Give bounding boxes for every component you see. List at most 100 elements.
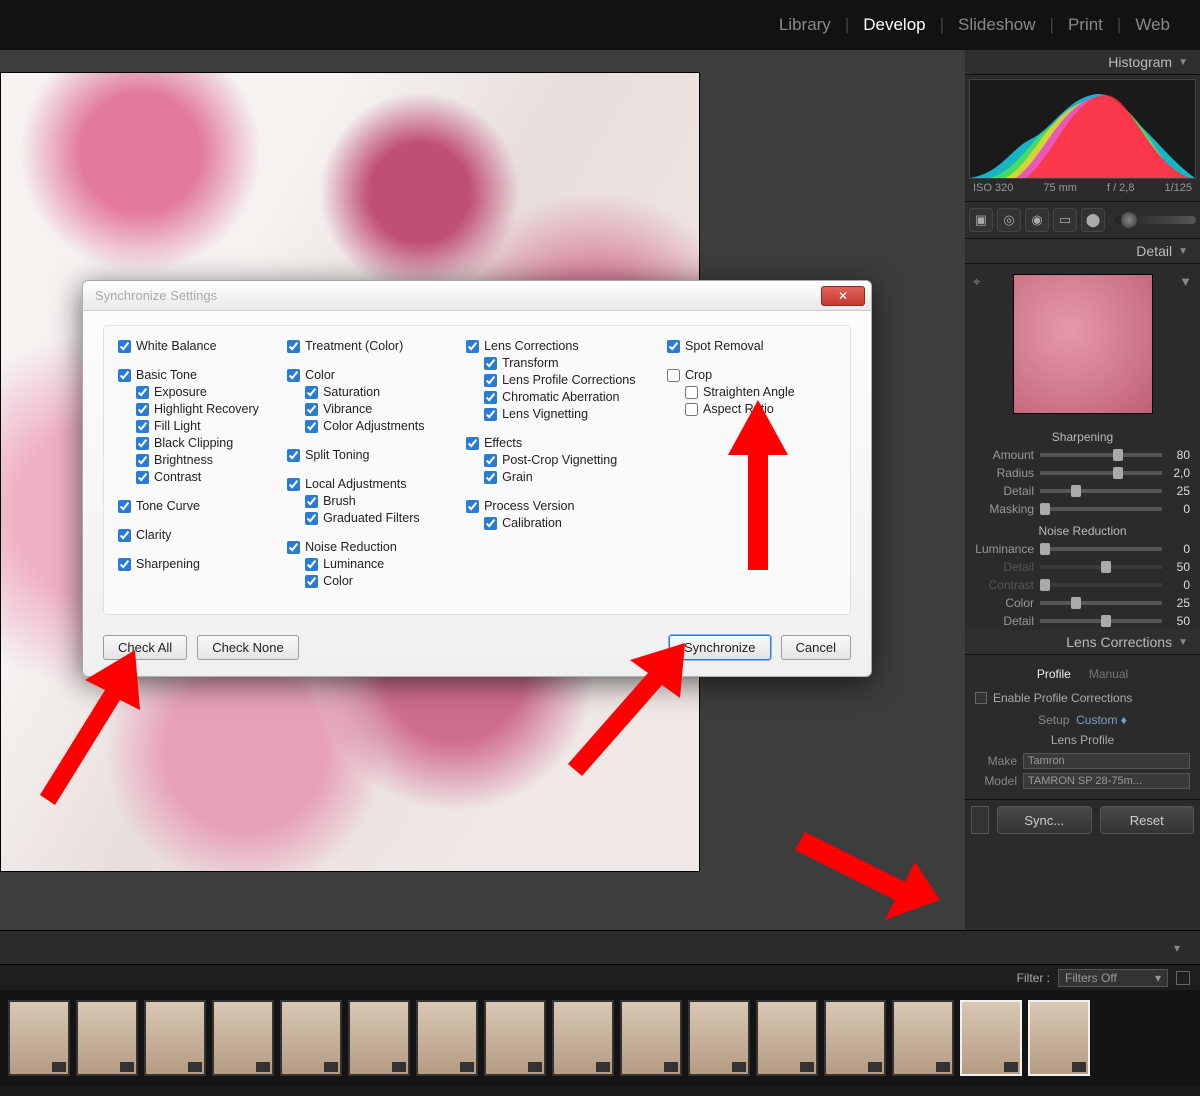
thumbnail[interactable] [960,1000,1022,1076]
lens-corrections-checkbox[interactable] [466,340,479,353]
slider-masking[interactable]: Masking 0 [965,500,1200,518]
bt-exposure-checkbox[interactable] [136,386,149,399]
fx-post-crop-vignetting-checkbox[interactable] [484,454,497,467]
bt-exposure[interactable]: Exposure [118,384,275,401]
thumbnail[interactable] [892,1000,954,1076]
clarity-checkbox[interactable] [118,529,131,542]
basic-tone[interactable]: Basic Tone [118,367,275,384]
lens-chromatic-aberration-checkbox[interactable] [484,391,497,404]
color[interactable]: Color [287,367,454,384]
local-graduated-filters-checkbox[interactable] [305,512,318,525]
bt-contrast[interactable]: Contrast [118,469,275,486]
lens-transform-checkbox[interactable] [484,357,497,370]
process-calibration-checkbox[interactable] [484,517,497,530]
local-graduated-filters[interactable]: Graduated Filters [287,510,454,527]
tab-profile[interactable]: Profile [1037,667,1071,681]
thumbnail[interactable] [348,1000,410,1076]
sharpening[interactable]: Sharpening [118,556,275,573]
process-calibration[interactable]: Calibration [466,515,655,532]
enable-profile-checkbox[interactable] [975,692,987,704]
color-color-adjustments[interactable]: Color Adjustments [287,418,454,435]
filter-select[interactable]: Filters Off▾ [1058,969,1168,987]
lenscorr-header[interactable]: Lens Corrections▼ [965,630,1200,655]
filter-lock-icon[interactable] [1176,971,1190,985]
treatment[interactable]: Treatment (Color) [287,338,454,355]
crop-checkbox[interactable] [667,369,680,382]
slider-amount[interactable]: Amount 80 [965,446,1200,464]
crop-aspect-ratio-checkbox[interactable] [685,403,698,416]
color-color-adjustments-checkbox[interactable] [305,420,318,433]
thumbnail[interactable] [620,1000,682,1076]
nav-develop[interactable]: Develop [863,15,925,35]
close-button[interactable]: ✕ [821,286,865,306]
bt-black-clipping-checkbox[interactable] [136,437,149,450]
fx-grain[interactable]: Grain [466,469,655,486]
thumbnail[interactable] [756,1000,818,1076]
thumbnail[interactable] [76,1000,138,1076]
detail-header[interactable]: Detail▼ [965,239,1200,264]
cancel-button[interactable]: Cancel [781,635,851,660]
local-adjustments[interactable]: Local Adjustments [287,476,454,493]
slider-detail[interactable]: Detail 50 [965,558,1200,576]
lens-make-select[interactable]: Tamron [1023,753,1190,769]
spot-removal-checkbox[interactable] [667,340,680,353]
bt-fill-light[interactable]: Fill Light [118,418,275,435]
lens-lens-vignetting[interactable]: Lens Vignetting [466,406,655,423]
chevron-down-icon[interactable]: ▾ [1174,941,1180,955]
lens-transform[interactable]: Transform [466,355,655,372]
crop-tool-icon[interactable]: ▣ [969,208,993,232]
color-checkbox[interactable] [287,369,300,382]
white-balance-checkbox[interactable] [118,340,131,353]
bt-highlight-recovery[interactable]: Highlight Recovery [118,401,275,418]
grad-tool-icon[interactable]: ▭ [1053,208,1077,232]
effects[interactable]: Effects [466,435,655,452]
thumbnail[interactable] [144,1000,206,1076]
lens-chromatic-aberration[interactable]: Chromatic Aberration [466,389,655,406]
bt-brightness[interactable]: Brightness [118,452,275,469]
lens-model-select[interactable]: TAMRON SP 28-75m... [1023,773,1190,789]
bt-fill-light-checkbox[interactable] [136,420,149,433]
tone-curve-checkbox[interactable] [118,500,131,513]
split-toning[interactable]: Split Toning [287,447,454,464]
split-toning-checkbox[interactable] [287,449,300,462]
lens-lens-vignetting-checkbox[interactable] [484,408,497,421]
histogram-chart[interactable] [969,79,1196,179]
nav-print[interactable]: Print [1068,15,1103,35]
crop-straighten-angle-checkbox[interactable] [685,386,698,399]
fx-grain-checkbox[interactable] [484,471,497,484]
nr-luminance-checkbox[interactable] [305,558,318,571]
tool-size-slider[interactable] [1115,216,1196,224]
thumbnail[interactable] [1028,1000,1090,1076]
lens-corrections[interactable]: Lens Corrections [466,338,655,355]
color-vibrance[interactable]: Vibrance [287,401,454,418]
treatment-checkbox[interactable] [287,340,300,353]
nr-luminance[interactable]: Luminance [287,556,454,573]
bt-brightness-checkbox[interactable] [136,454,149,467]
check-none-button[interactable]: Check None [197,635,299,660]
white-balance[interactable]: White Balance [118,338,275,355]
color-saturation[interactable]: Saturation [287,384,454,401]
detail-disclosure-icon[interactable]: ▼ [1179,274,1192,289]
nav-web[interactable]: Web [1135,15,1170,35]
redeye-tool-icon[interactable]: ◉ [1025,208,1049,232]
thumbnail[interactable] [280,1000,342,1076]
process-version-checkbox[interactable] [466,500,479,513]
color-saturation-checkbox[interactable] [305,386,318,399]
process-version[interactable]: Process Version [466,498,655,515]
thumbnail[interactable] [688,1000,750,1076]
local-adjustments-checkbox[interactable] [287,478,300,491]
local-brush-checkbox[interactable] [305,495,318,508]
detail-target-icon[interactable]: ⌖ [973,274,980,290]
switch-icon[interactable] [971,806,989,834]
nav-library[interactable]: Library [779,15,831,35]
sync-button[interactable]: Sync... [997,806,1092,834]
spot-removal[interactable]: Spot Removal [667,338,836,355]
spot-tool-icon[interactable]: ◎ [997,208,1021,232]
nr-color[interactable]: Color [287,573,454,590]
lens-lens-profile-corrections[interactable]: Lens Profile Corrections [466,372,655,389]
thumbnail[interactable] [416,1000,478,1076]
tab-manual[interactable]: Manual [1089,667,1128,681]
basic-tone-checkbox[interactable] [118,369,131,382]
slider-color[interactable]: Color 25 [965,594,1200,612]
lens-lens-profile-corrections-checkbox[interactable] [484,374,497,387]
